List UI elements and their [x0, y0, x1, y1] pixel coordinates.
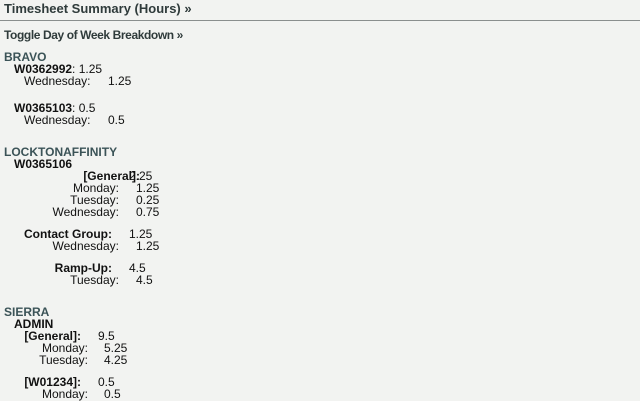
day-hours: 1.25	[108, 74, 132, 88]
page-title: Timesheet Summary (Hours) »	[4, 1, 192, 16]
day-label: Monday:	[41, 387, 88, 401]
day-label: Wednesday:	[52, 205, 120, 219]
day-label: Tuesday:	[39, 353, 88, 367]
day-label: Tuesday:	[70, 273, 119, 287]
day-hours: 0.5	[108, 113, 125, 127]
day-hours: 0.5	[104, 387, 121, 401]
day-hours: 4.25	[104, 353, 128, 367]
day-hours: 0.75	[136, 205, 160, 219]
toggle-day-breakdown-link[interactable]: Toggle Day of Week Breakdown »	[4, 28, 183, 42]
work-order-w0365106: W0365106	[14, 157, 73, 171]
day-label: Wednesday:	[52, 239, 120, 253]
header-divider	[0, 20, 640, 21]
day-label: Wednesday:	[24, 74, 91, 88]
day-label: Wednesday:	[24, 113, 91, 127]
day-hours: 4.5	[136, 273, 153, 287]
day-hours: 1.25	[136, 239, 160, 253]
